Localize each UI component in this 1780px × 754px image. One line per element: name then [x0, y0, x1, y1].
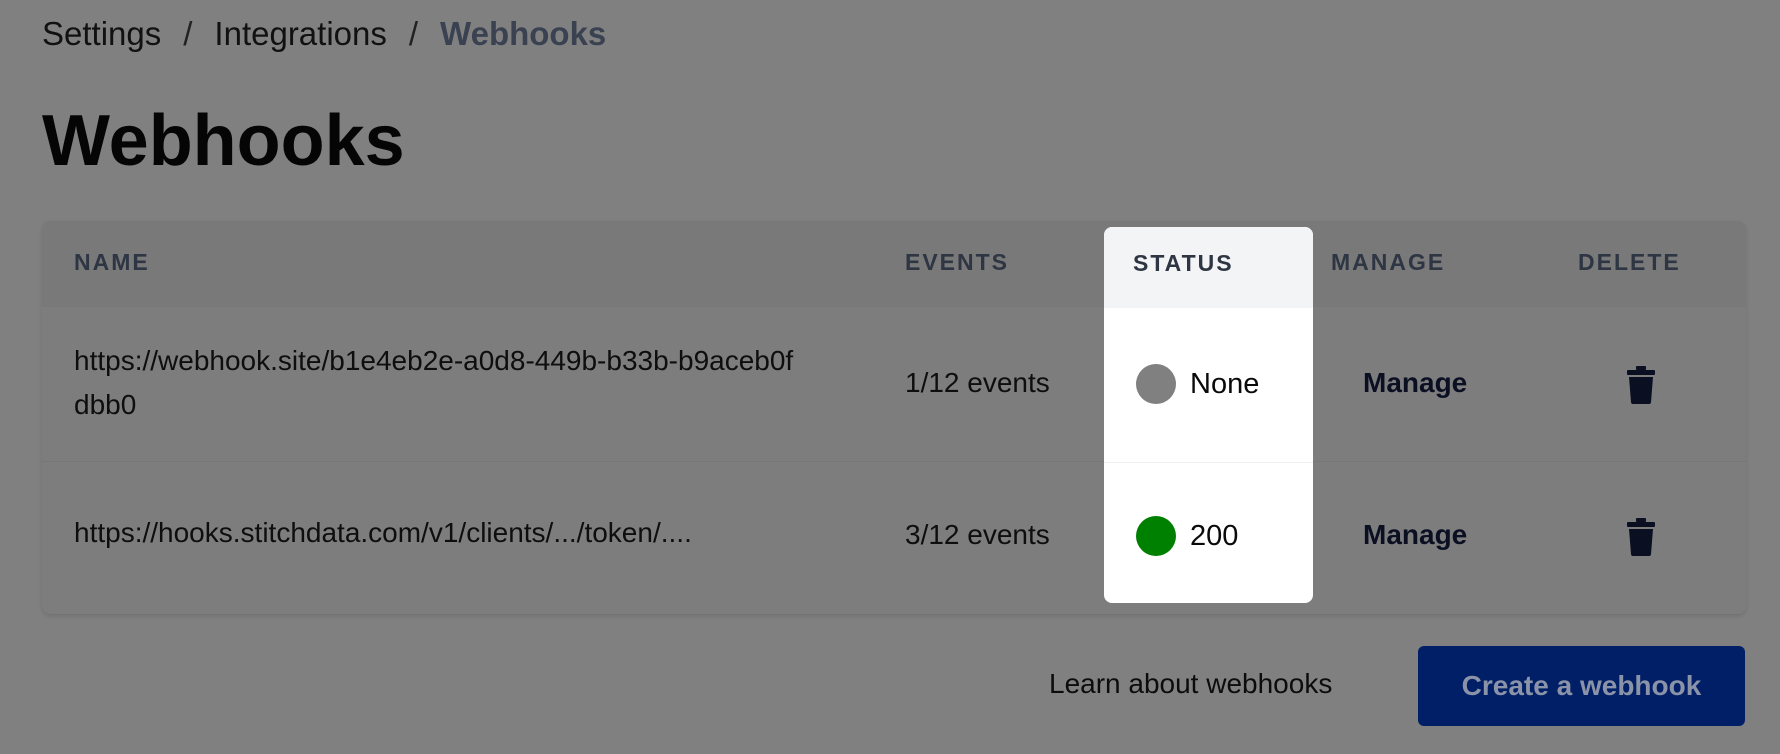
column-header-manage: MANAGE: [1331, 249, 1446, 275]
webhook-url: https://hooks.stitchdata.com/v1/clients/…: [74, 517, 692, 548]
manage-link[interactable]: Manage: [1363, 519, 1467, 551]
breadcrumb: Settings / Integrations / Webhooks: [42, 14, 606, 54]
trash-icon[interactable]: [1627, 366, 1655, 404]
status-indicator: None: [1136, 364, 1259, 404]
webhook-url: https://webhook.site/b1e4eb2e-a0d8-449b-…: [74, 345, 794, 420]
trash-icon[interactable]: [1627, 518, 1655, 556]
status-text: 200: [1190, 519, 1239, 552]
manage-link[interactable]: Manage: [1363, 367, 1467, 399]
status-dot: [1136, 364, 1176, 404]
webhooks-table: NAME EVENTS STATUS MANAGE DELETE https:/…: [42, 221, 1746, 614]
breadcrumb-separator: /: [183, 15, 193, 52]
breadcrumb-webhooks: Webhooks: [440, 15, 607, 52]
table-header: NAME EVENTS STATUS MANAGE DELETE: [42, 221, 1746, 307]
webhook-events: 3/12 events: [905, 519, 1050, 550]
status-header-label: STATUS: [1133, 250, 1234, 276]
learn-about-webhooks-link[interactable]: Learn about webhooks: [1049, 668, 1332, 700]
status-dot: [1136, 516, 1176, 556]
column-header-delete: DELETE: [1578, 249, 1681, 275]
row-divider: [42, 461, 1746, 462]
status-text: None: [1190, 367, 1260, 400]
breadcrumb-settings[interactable]: Settings: [42, 14, 161, 54]
breadcrumb-integrations[interactable]: Integrations: [214, 14, 386, 54]
webhook-events: 1/12 events: [905, 367, 1050, 398]
page-title: Webhooks: [42, 101, 405, 181]
status-column-highlight: STATUS None 200: [1104, 227, 1313, 603]
status-header-highlight: STATUS: [1104, 227, 1313, 308]
breadcrumb-separator: /: [408, 15, 419, 52]
row-divider: [1104, 462, 1313, 463]
status-indicator: 200: [1136, 516, 1238, 556]
column-header-events: EVENTS: [905, 249, 1010, 275]
column-header-name: NAME: [74, 249, 150, 275]
create-webhook-button[interactable]: Create a webhook: [1418, 646, 1745, 726]
